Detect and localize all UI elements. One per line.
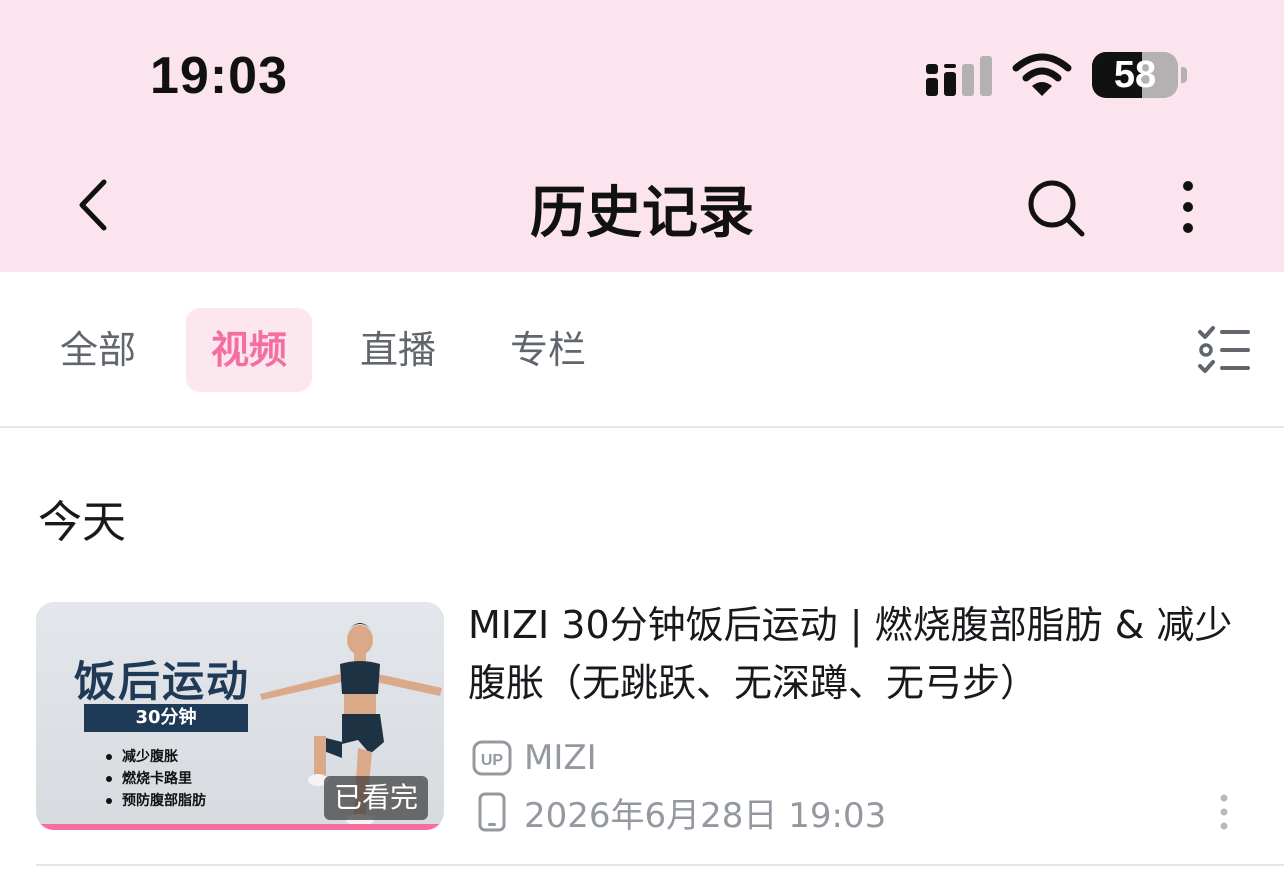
phone-icon [478,792,506,832]
wifi-icon [1012,53,1072,96]
tab-live[interactable]: 直播 [342,308,454,392]
more-vertical-icon[interactable] [1160,172,1216,242]
watched-badge: 已看完 [324,776,429,820]
uploader-name[interactable]: MIZI [524,738,597,778]
item-more-icon[interactable] [1208,792,1240,832]
thumbnail-duration-label: 30分钟 [84,704,248,732]
battery-level: 58 [1113,54,1157,96]
thumbnail-bullet: 预防腹部脂肪 [106,790,206,812]
tab-video[interactable]: 视频 [186,308,312,392]
thumbnail-bullet-list: 减少腹胀 燃烧卡路里 预防腹部脂肪 [106,746,206,812]
back-icon[interactable] [60,170,130,240]
battery-body: 58 [1092,52,1178,98]
video-title[interactable]: MIZI 30分钟饭后运动 | 燃烧腹部脂肪 & 减少腹胀（无跳跃、无深蹲、无弓… [468,596,1238,712]
thumbnail-heading: 饭后运动 [74,657,251,706]
item-divider [36,864,1284,866]
video-thumbnail[interactable]: 饭后运动 30分钟 减少腹胀 燃烧卡路里 预防腹部脂肪 已看完 [36,602,444,830]
checklist-icon[interactable] [1196,324,1252,376]
search-icon[interactable] [1020,172,1090,242]
battery-tip [1181,67,1187,83]
thumbnail-bullet: 燃烧卡路里 [106,768,206,790]
tab-column[interactable]: 专栏 [492,308,604,392]
tab-all[interactable]: 全部 [42,308,154,392]
watch-time-row: 2026年6月28日 19:03 [472,790,887,836]
svg-text:UP: UP [481,752,504,769]
status-bar-time: 19:03 [150,47,288,105]
watch-timestamp: 2026年6月28日 19:03 [524,795,887,836]
battery-indicator: 58 [1092,52,1190,98]
cellular-signal-icon [926,56,992,96]
history-item[interactable]: 饭后运动 30分钟 减少腹胀 燃烧卡路里 预防腹部脂肪 已看完 MIZI 30分… [0,596,1284,866]
uploader-row[interactable]: UP MIZI [472,736,597,780]
up-badge-icon: UP [472,740,512,776]
page-title: 历史记录 [530,181,754,246]
watch-progress-bar [36,824,444,830]
header: 19:03 58 历史记录 [0,0,1284,272]
section-title-today: 今天 [38,497,126,548]
filter-tabs: 全部 视频 直播 专栏 [0,272,1284,428]
thumbnail-bullet: 减少腹胀 [106,746,206,768]
